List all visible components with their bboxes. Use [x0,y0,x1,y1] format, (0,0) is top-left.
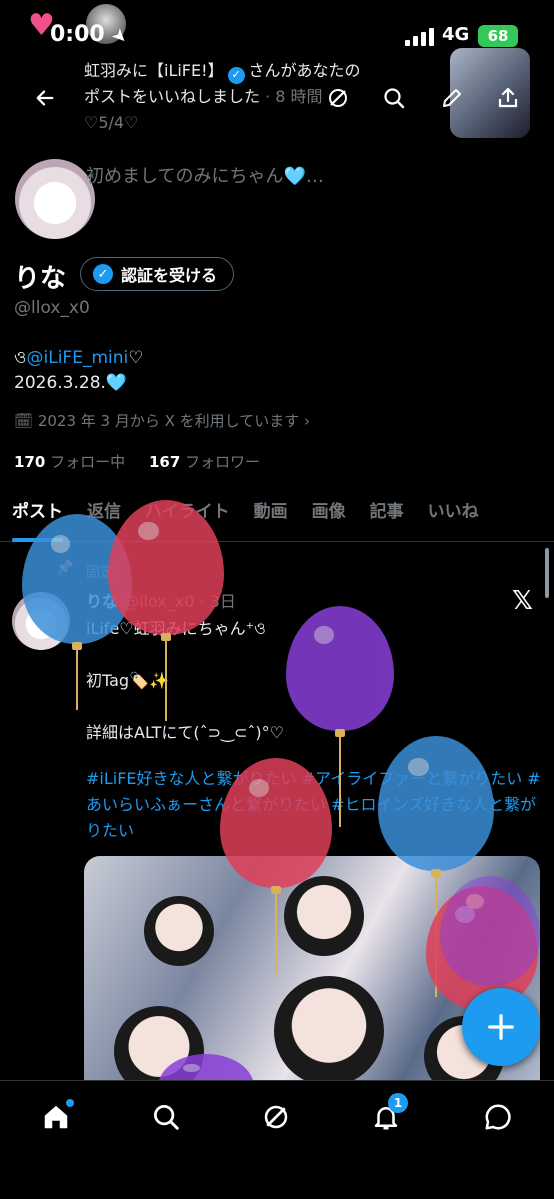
plus-icon [488,1014,514,1040]
edit-icon [443,89,461,107]
bio-line2: 2026.3.28.🩵 [14,373,128,393]
signal-icon [405,28,435,46]
bio-teaser: 初めましてのみにちゃん🩵… [86,166,324,187]
search-button[interactable] [376,80,412,116]
tab-videos[interactable]: 動画 [242,492,300,542]
verified-badge-icon: ✓ [93,264,113,284]
display-name: りな [14,264,67,294]
bio-prefix: ও [14,348,27,368]
messages-icon [485,1104,511,1130]
verified-icon: ✓ [227,66,245,84]
followers-count: 167 [148,453,181,471]
notification-action: ポストをいいねしました [84,87,261,106]
nav-home[interactable] [36,1097,76,1137]
chevron-right-icon: › [299,412,310,430]
tab-likes[interactable]: いいね [416,492,491,542]
back-arrow-icon [36,90,54,106]
get-verified-label: 認証を受ける [121,266,218,285]
nav-notifications[interactable]: 1 [366,1093,408,1137]
share-icon [498,87,518,108]
nav-messages[interactable] [478,1097,518,1137]
follow-stats: 170 フォロー中 167 フォロワー [14,451,260,472]
tab-articles[interactable]: 記事 [358,492,416,542]
nav-explore[interactable] [146,1097,186,1137]
joined-date[interactable]: 🗓 2023 年 3 月から X を利用しています › [14,410,310,431]
back-button[interactable] [27,80,63,116]
grok-icon [329,89,347,107]
search-icon [384,88,405,109]
home-icon [44,1105,68,1129]
followers-link[interactable]: 167 フォロワー [149,453,260,471]
scrollbar[interactable] [545,548,549,598]
following-count: 170 [14,453,46,471]
compose-post-button[interactable] [462,988,540,1066]
grok-icon [264,1105,288,1129]
followers-label: フォロワー [185,453,261,471]
share-button[interactable] [490,80,526,116]
profile-handle: @llox_x0 [14,298,90,318]
following-label: フォロー中 [50,453,126,471]
explore-icon [154,1105,179,1130]
notification-time: · 8 時間 [260,87,323,106]
x-logo-icon: 𝕏 [512,586,533,616]
notification-badge: 1 [388,1093,408,1113]
bio-mention-link[interactable]: @iLiFE_mini [27,348,129,368]
get-verified-button[interactable]: ✓ 認証を受ける [80,257,235,291]
bottom-navigation: 1 [0,1080,554,1199]
bio-line1: ও@iLiFE_mini♡ [14,345,143,373]
home-unread-dot [66,1099,74,1107]
tab-photos[interactable]: 画像 [300,492,358,542]
notification-suffix: さんがあなたの [248,61,361,80]
network-label: 4G [442,24,470,45]
calendar-icon: 🗓 [14,412,38,430]
joined-label: 2023 年 3 月から X を利用しています [37,412,300,430]
following-link[interactable]: 170 フォロー中 [14,453,125,471]
notification-user: 虹羽みに【iLiFE!】 [84,61,224,80]
battery-indicator: 68 [478,25,518,47]
edit-button[interactable] [434,80,470,116]
status-time: 0:00 [50,22,105,47]
bio-suffix: ♡ [128,348,144,368]
nav-grok[interactable] [256,1097,296,1137]
grok-button[interactable] [320,80,356,116]
